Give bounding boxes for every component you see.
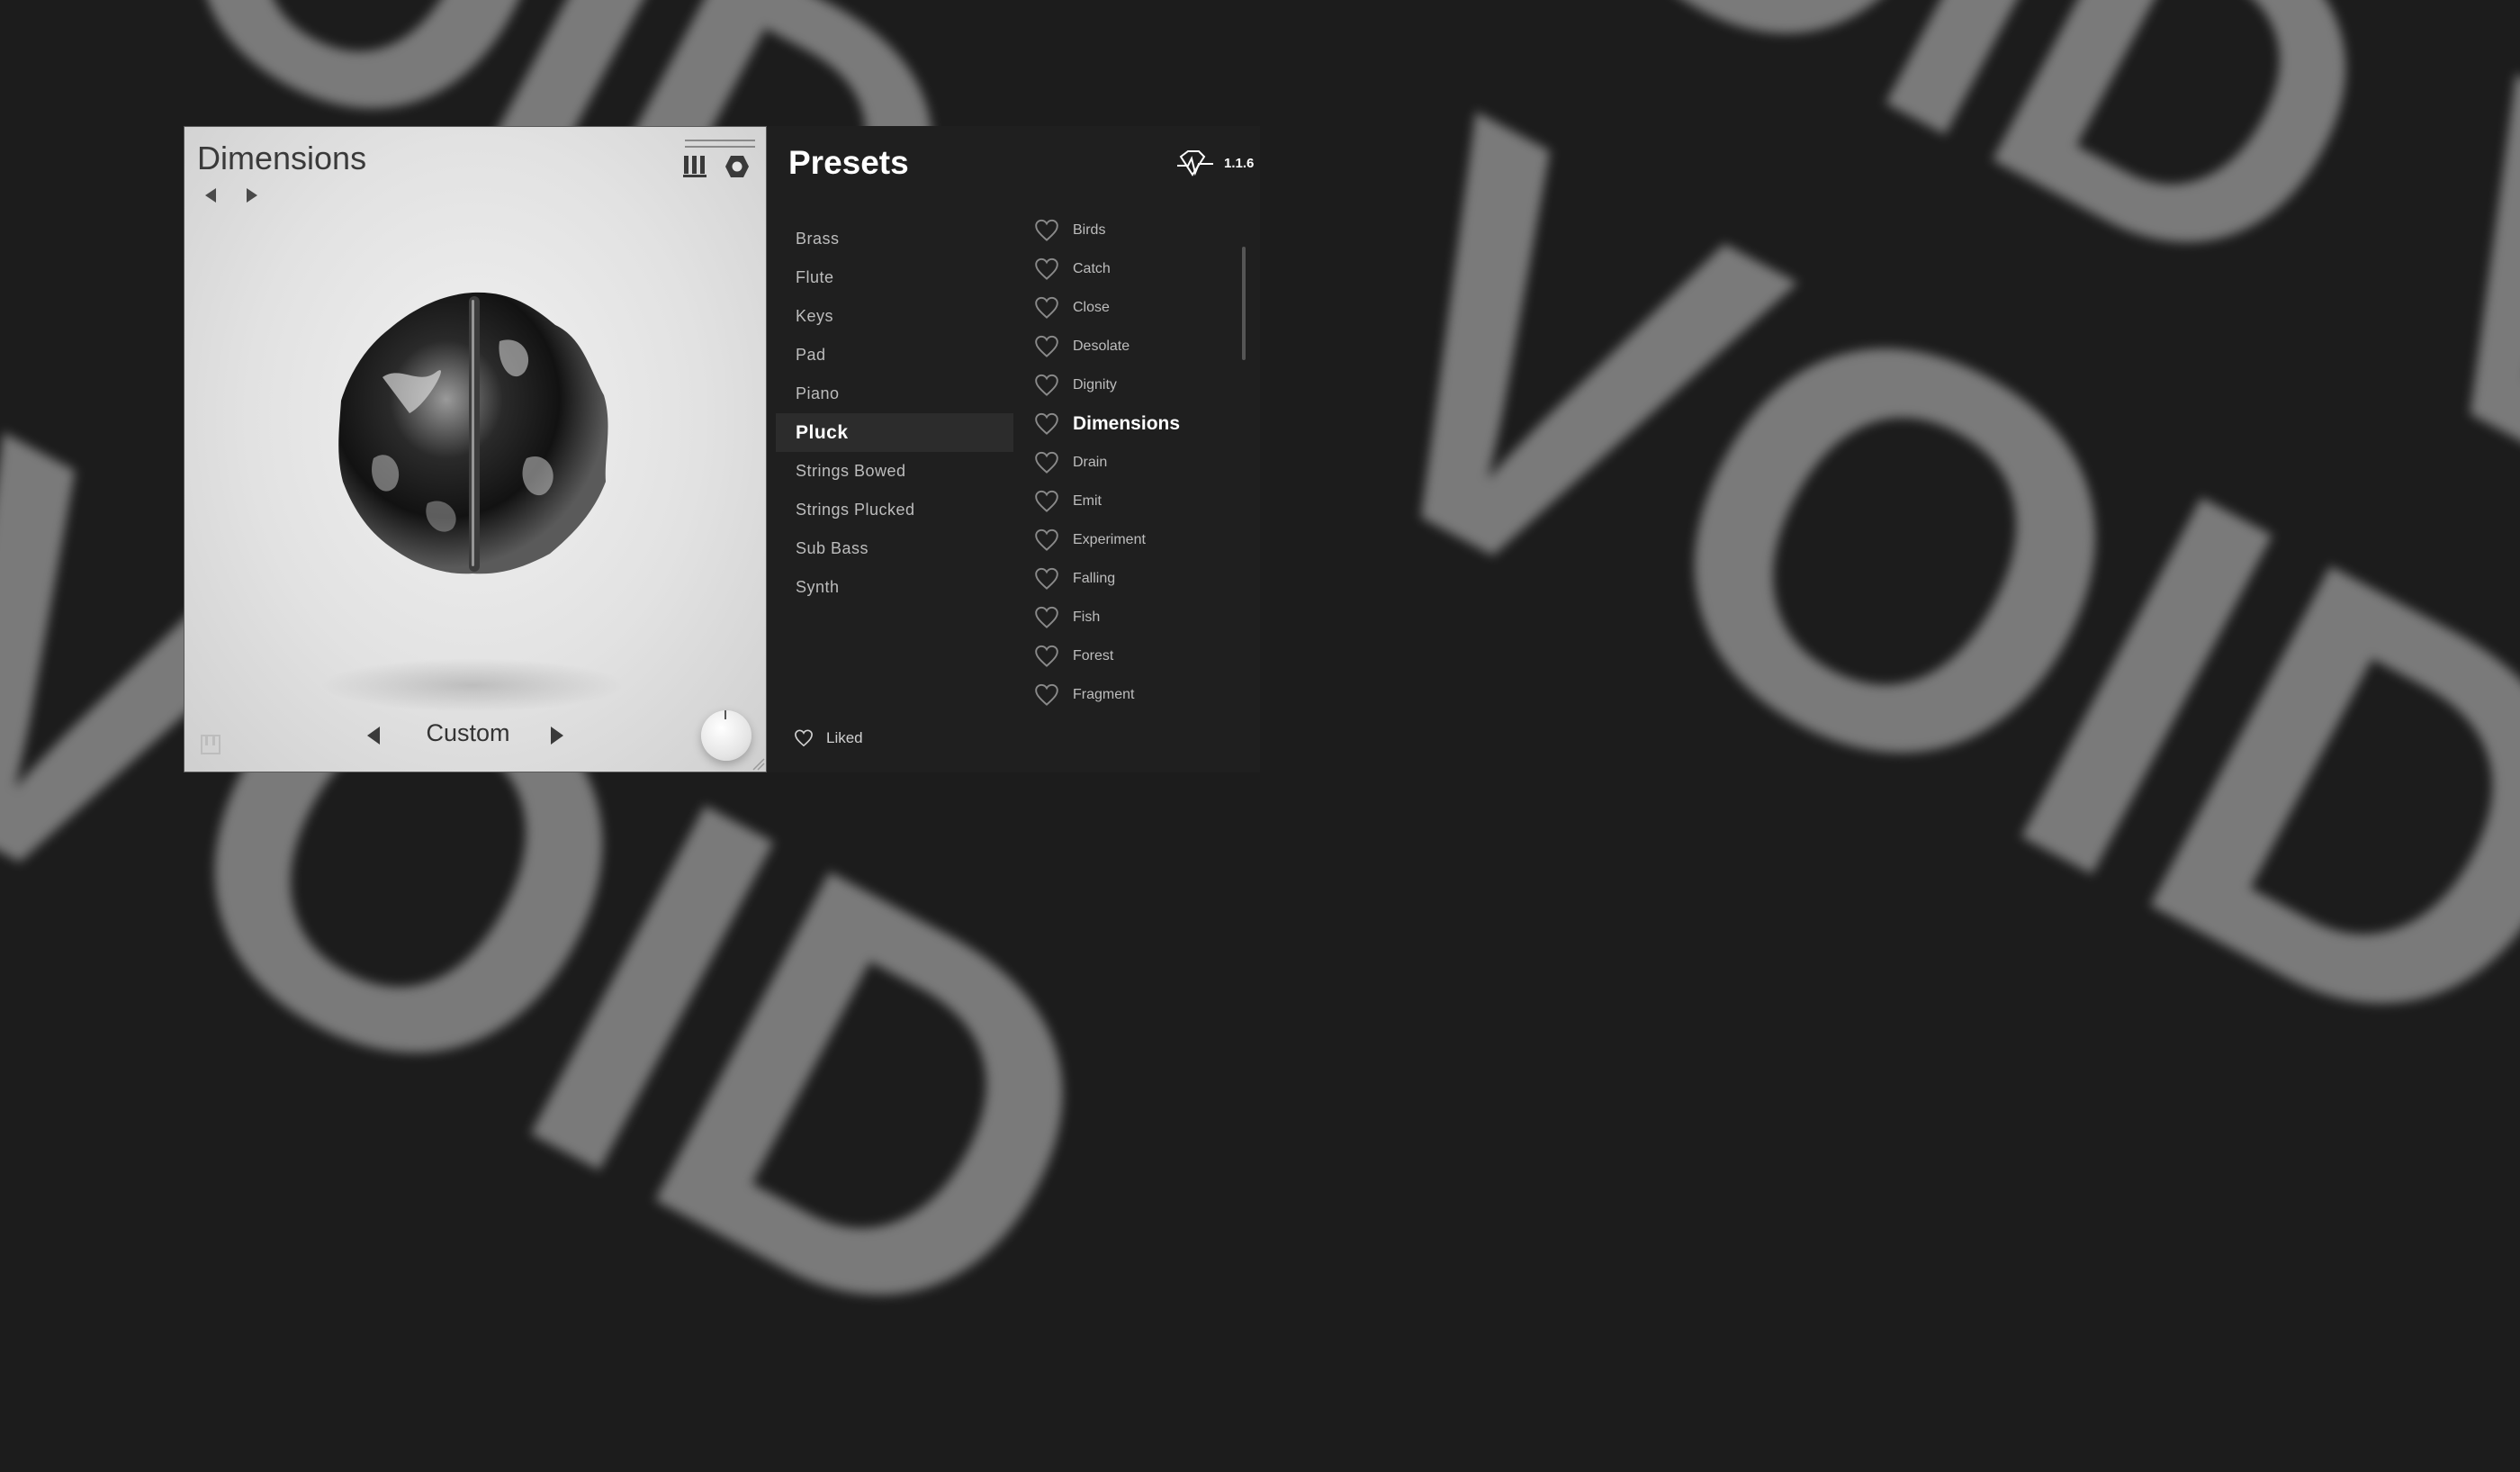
heart-icon[interactable] [1033, 683, 1060, 707]
category-list: Brass Flute Keys Pad Piano Pluck Strings… [776, 220, 1013, 607]
instrument-panel: Dimensions Custom [184, 126, 767, 772]
resize-grip-icon[interactable] [752, 757, 766, 772]
sphere-shadow [320, 658, 626, 712]
previous-preset-button[interactable] [202, 186, 219, 204]
settings-icon[interactable] [724, 154, 750, 179]
heart-icon[interactable] [1033, 374, 1060, 397]
preset-list-scrollbar[interactable] [1242, 247, 1246, 360]
preset-name: Dimensions [1073, 412, 1181, 434]
sound-sphere-visual [338, 292, 608, 574]
preset-name: Falling [1073, 570, 1116, 586]
category-item-brass[interactable]: Brass [776, 220, 1013, 258]
mode-next-button[interactable] [548, 725, 566, 746]
category-item-strings-plucked[interactable]: Strings Plucked [776, 491, 1013, 529]
preset-name: Fish [1073, 609, 1101, 625]
heart-icon[interactable] [1033, 257, 1060, 281]
preset-item-falling[interactable]: Falling [1026, 559, 1242, 598]
preset-name: Close [1073, 299, 1110, 315]
preset-item-catch[interactable]: Catch [1026, 249, 1242, 288]
liked-label: Liked [826, 729, 863, 746]
category-item-piano[interactable]: Piano [776, 375, 1013, 413]
mode-label: Custom [426, 719, 510, 746]
heart-icon[interactable] [1033, 490, 1060, 513]
heart-icon[interactable] [1033, 412, 1060, 436]
heart-icon[interactable] [1033, 335, 1060, 358]
preset-name: Birds [1073, 221, 1106, 238]
heart-icon[interactable] [1033, 296, 1060, 320]
preset-item-birds[interactable]: Birds [1026, 211, 1242, 249]
preset-item-emit[interactable]: Emit [1026, 482, 1242, 520]
preset-item-dimensions[interactable]: Dimensions [1026, 404, 1242, 443]
preset-item-dignity[interactable]: Dignity [1026, 366, 1242, 404]
category-item-pluck[interactable]: Pluck [776, 413, 1013, 452]
preset-item-desolate[interactable]: Desolate [1026, 327, 1242, 366]
knob-indicator [724, 710, 726, 719]
plugin-title: Dimensions [197, 140, 367, 176]
presets-title: Presets [788, 144, 909, 181]
preset-item-close[interactable]: Close [1026, 288, 1242, 327]
category-item-synth[interactable]: Synth [776, 568, 1013, 607]
preset-name: Desolate [1073, 338, 1130, 354]
preset-name: Emit [1073, 492, 1102, 509]
version-label: 1.1.6 [1224, 156, 1255, 171]
heart-icon[interactable] [1033, 451, 1060, 474]
preset-item-forest[interactable]: Forest [1026, 637, 1242, 675]
preset-name: Experiment [1073, 531, 1146, 547]
mode-previous-button[interactable] [364, 725, 382, 746]
heart-icon[interactable] [1033, 567, 1060, 591]
heart-icon[interactable] [1033, 219, 1060, 242]
category-item-pad[interactable]: Pad [776, 336, 1013, 375]
heart-icon[interactable] [1033, 645, 1060, 668]
preset-item-drain[interactable]: Drain [1026, 443, 1242, 482]
plugin-window: Dimensions Custom Presets 1.1.6 Brass Fl… [184, 126, 1260, 772]
preset-name: Drain [1073, 454, 1108, 470]
presets-panel: Presets 1.1.6 Brass Flute Keys Pad Piano… [767, 126, 1260, 772]
preset-item-experiment[interactable]: Experiment [1026, 520, 1242, 559]
liked-filter-button[interactable]: Liked [794, 729, 863, 747]
header-lines [685, 140, 755, 152]
heart-icon[interactable] [1033, 528, 1060, 552]
heart-icon[interactable] [1033, 606, 1060, 629]
logo-icon [1177, 150, 1213, 176]
preset-name: Fragment [1073, 686, 1135, 702]
preset-list: Birds Catch Close Desolate Dignity Dimensions… [1026, 211, 1242, 715]
macro-knob[interactable] [701, 710, 752, 761]
preset-name: Dignity [1073, 376, 1117, 393]
category-item-strings-bowed[interactable]: Strings Bowed [776, 452, 1013, 491]
preset-name: Catch [1073, 260, 1111, 276]
next-preset-button[interactable] [244, 186, 260, 204]
heart-icon [795, 729, 813, 747]
category-item-sub-bass[interactable]: Sub Bass [776, 529, 1013, 568]
preset-name: Forest [1073, 647, 1114, 664]
browser-icon[interactable] [683, 154, 706, 177]
category-item-flute[interactable]: Flute [776, 258, 1013, 297]
category-item-keys[interactable]: Keys [776, 297, 1013, 336]
preset-item-fish[interactable]: Fish [1026, 598, 1242, 637]
piano-icon[interactable] [201, 734, 220, 755]
preset-item-fragment[interactable]: Fragment [1026, 675, 1242, 714]
